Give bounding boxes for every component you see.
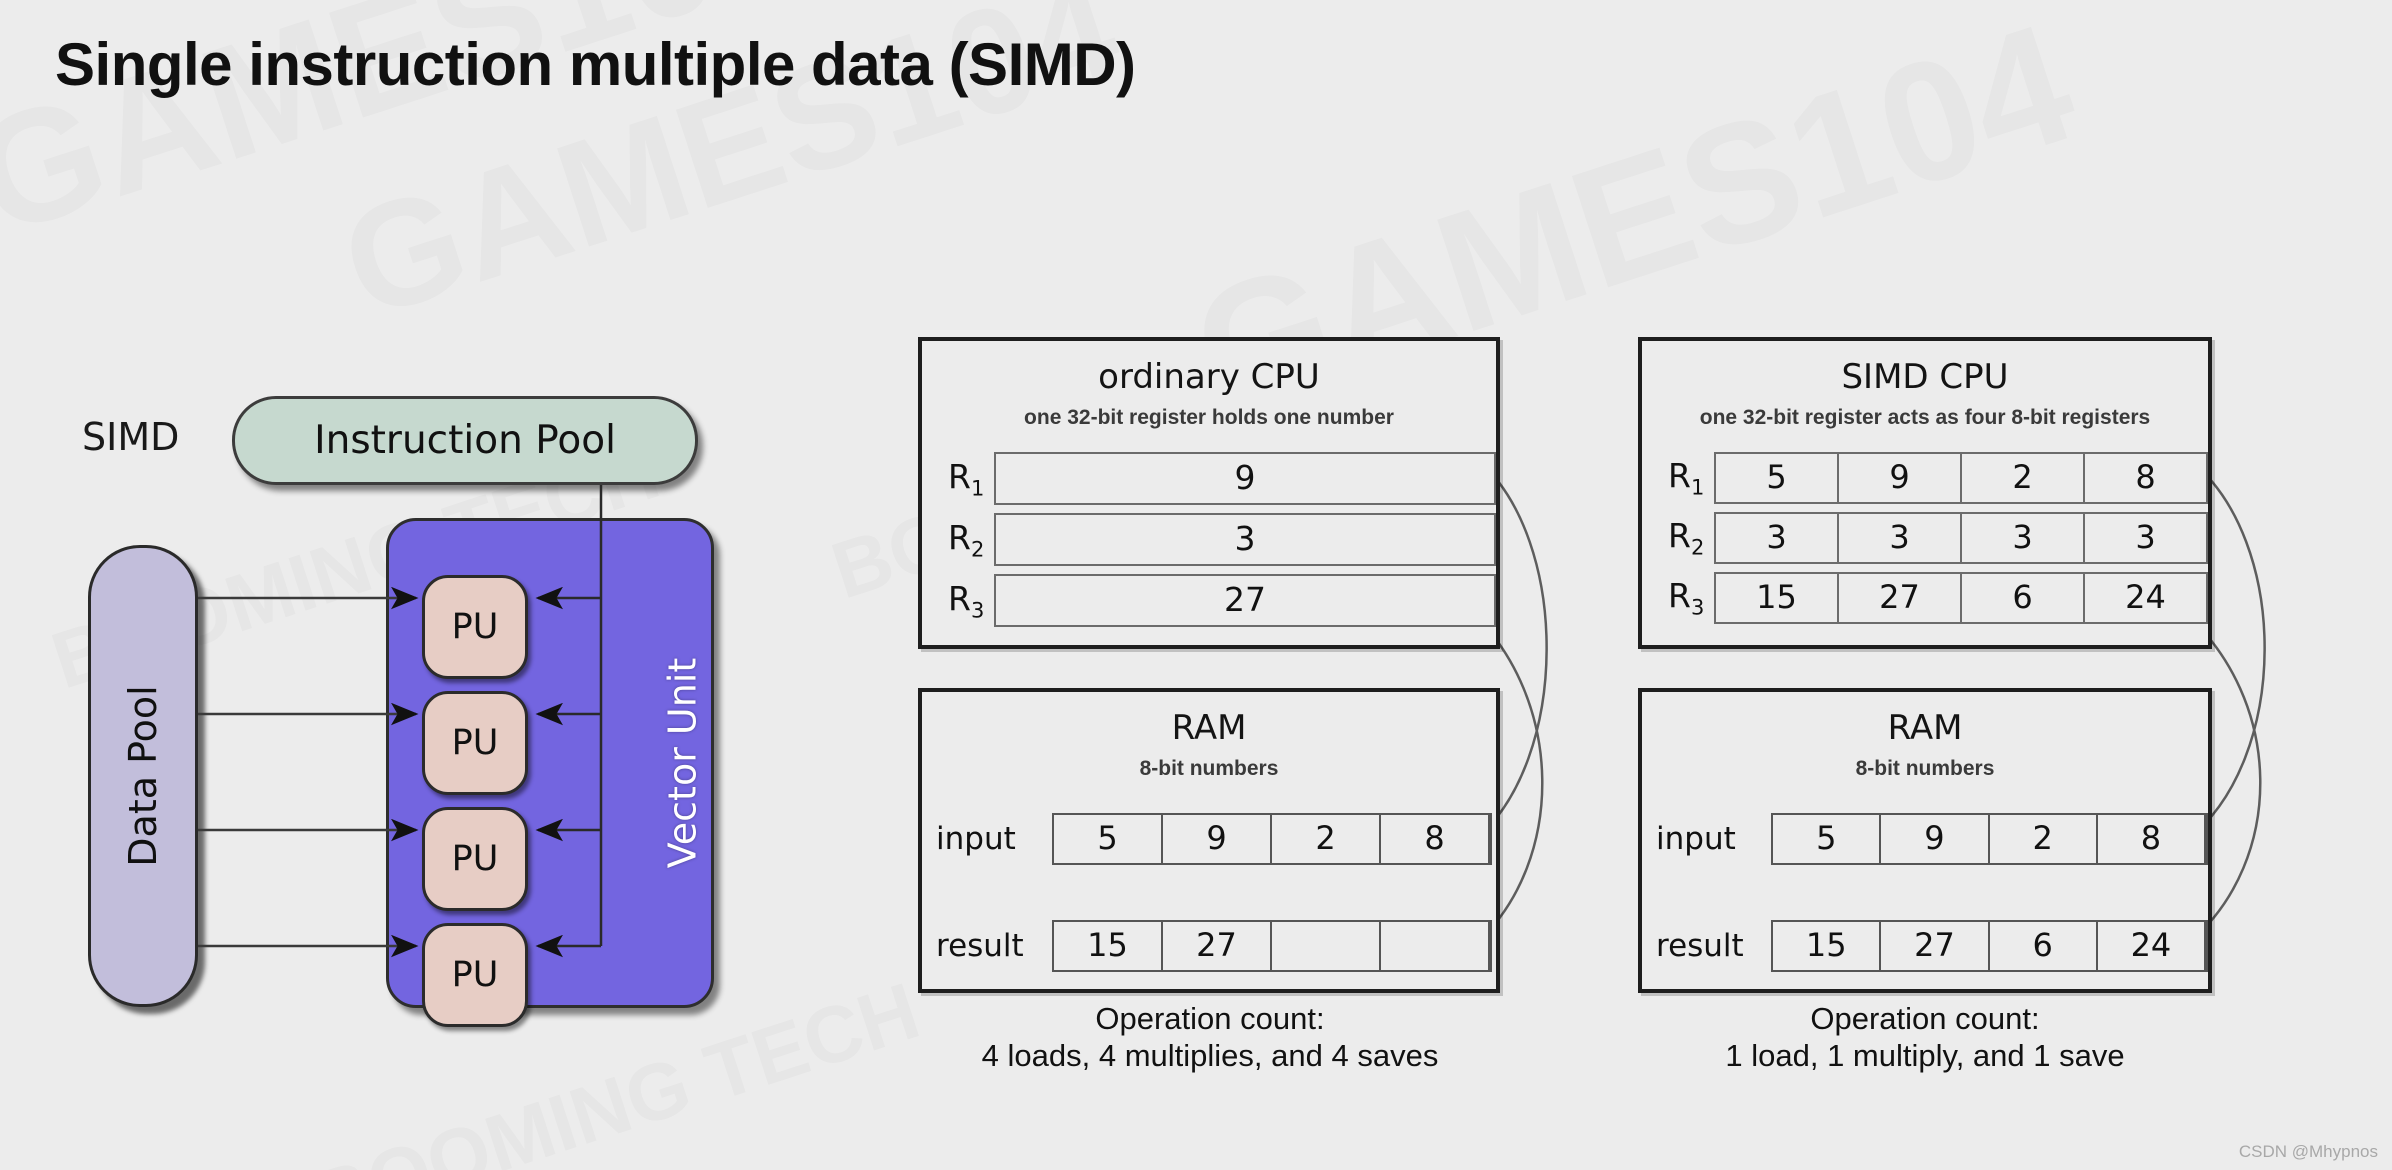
register-cell: 27 (1839, 574, 1963, 622)
ram-cell: 27 (1881, 922, 1990, 970)
register-name: R2 (1668, 516, 1705, 560)
ram-row-label: input (1656, 821, 1736, 857)
cpu-panel-ordinary: ordinary CPU one 32-bit register holds o… (918, 337, 1500, 649)
cpu-panel-simd: SIMD CPU one 32-bit register acts as fou… (1638, 337, 2212, 649)
register-cell: 3 (1716, 514, 1840, 562)
register-cell: 9 (1839, 454, 1963, 502)
register-name: R3 (1668, 576, 1705, 620)
register-cell: 8 (2135, 458, 2156, 496)
data-pool-box: Data Pool (88, 545, 198, 1007)
register-cells: 5 9 2 8 (1714, 452, 2208, 504)
ram-cell (1272, 922, 1381, 970)
processing-unit-label: PU (451, 839, 499, 879)
data-pool-label: Data Pool (121, 685, 165, 867)
ram-cell: 8 (2098, 815, 2207, 863)
ram-panel-ordinary: RAM 8-bit numbers input 5 9 2 8 result 1… (918, 688, 1500, 993)
register-row: R1 9 (948, 452, 1496, 505)
ram-cell: 2 (1990, 815, 2098, 863)
ram-panel-subtitle: 8-bit numbers (1139, 757, 1279, 780)
register-cell: 3 (1234, 519, 1256, 558)
register-row: R3 15 27 6 24 (1668, 572, 2208, 624)
ram-row-cells: 15 27 6 24 (1771, 920, 2208, 972)
processing-unit: PU (422, 691, 528, 795)
ram-row: input 5 9 2 8 (936, 813, 1496, 865)
register-cell: 3 (2135, 518, 2156, 556)
ram-panel-title: RAM (1171, 708, 1247, 748)
register-row: R1 5 9 2 8 (1668, 452, 2208, 504)
cpu-panel-title: ordinary CPU (1098, 357, 1320, 397)
ram-panel-title: RAM (1887, 708, 1963, 748)
instruction-pool-box: Instruction Pool (232, 396, 698, 485)
ram-cell (1381, 922, 1490, 970)
register-cells: 9 (994, 452, 1496, 505)
ram-cell: 5 (1773, 815, 1882, 863)
ram-cell: 5 (1054, 815, 1163, 863)
page-title: Single instruction multiple data (SIMD) (55, 31, 1136, 98)
ram-cell: 27 (1163, 922, 1272, 970)
ram-cell: 9 (1163, 815, 1272, 863)
processing-unit-label: PU (451, 955, 499, 995)
cpu-panel-subtitle: one 32-bit register holds one number (1024, 406, 1394, 429)
register-cell: 3 (1962, 514, 2086, 562)
ram-cell: 9 (1881, 815, 1990, 863)
register-cells: 15 27 6 24 (1714, 572, 2208, 624)
register-cell: 9 (1234, 458, 1256, 497)
processing-unit: PU (422, 807, 528, 911)
register-row: R2 3 3 3 3 (1668, 512, 2208, 564)
ram-panel-subtitle: 8-bit numbers (1855, 757, 1995, 780)
ram-row-cells: 5 9 2 8 (1771, 813, 2208, 865)
ram-cell: 15 (1773, 922, 1882, 970)
register-name: R2 (948, 517, 985, 562)
operation-count-detail: 4 loads, 4 multiplies, and 4 saves (981, 1038, 1439, 1074)
operation-count-heading: Operation count: (1810, 1001, 2040, 1036)
processing-unit-label: PU (451, 723, 499, 763)
simd-diagram-label: SIMD (82, 415, 180, 459)
register-cell: 5 (1716, 454, 1840, 502)
register-cell: 6 (1962, 574, 2086, 622)
ram-row: result 15 27 6 24 (1656, 920, 2208, 972)
instruction-pool-label: Instruction Pool (314, 418, 616, 463)
register-name: R1 (948, 456, 985, 501)
register-row: R3 27 (948, 574, 1496, 627)
register-cells: 3 3 3 3 (1714, 512, 2208, 564)
ram-row-label: input (936, 821, 1016, 857)
register-name: R3 (948, 578, 985, 623)
register-cell: 24 (2125, 578, 2166, 616)
watermark-credit: CSDN @Mhypnos (2238, 1142, 2378, 1161)
operation-count-ordinary: Operation count: 4 loads, 4 multiplies, … (910, 1000, 1510, 1074)
operation-count-simd: Operation count: 1 load, 1 multiply, and… (1625, 1000, 2225, 1074)
ram-cell: 2 (1272, 815, 1381, 863)
ram-cell: 8 (1381, 815, 1490, 863)
ram-row-label: result (936, 928, 1024, 964)
ram-row-label: result (1656, 928, 1744, 964)
vector-unit-label: Vector Unit (661, 657, 705, 869)
cpu-panel-subtitle: one 32-bit register acts as four 8-bit r… (1699, 406, 2151, 429)
ram-cell: 6 (1990, 922, 2098, 970)
cpu-panel-title: SIMD CPU (1841, 357, 2009, 397)
ram-row-cells: 5 9 2 8 (1052, 813, 1492, 865)
ram-cell: 24 (2098, 922, 2207, 970)
ram-cell: 15 (1054, 922, 1163, 970)
register-name: R1 (1668, 456, 1705, 500)
ram-row: input 5 9 2 8 (1656, 813, 2208, 865)
ram-row-cells: 15 27 (1052, 920, 1492, 972)
register-row: R2 3 (948, 513, 1496, 566)
processing-unit: PU (422, 575, 528, 679)
register-cell: 3 (1839, 514, 1963, 562)
register-cells: 27 (994, 574, 1496, 627)
register-cell: 2 (1962, 454, 2086, 502)
ram-panel-simd: RAM 8-bit numbers input 5 9 2 8 result 1… (1638, 688, 2212, 993)
register-cells: 3 (994, 513, 1496, 566)
register-cell: 15 (1716, 574, 1840, 622)
operation-count-heading: Operation count: (1095, 1001, 1325, 1036)
ram-row: result 15 27 (936, 920, 1496, 972)
slide-canvas: GAMES104 GAMES104 GAMES104 BOOMING TECH … (0, 0, 2392, 1170)
processing-unit: PU (422, 923, 528, 1027)
operation-count-detail: 1 load, 1 multiply, and 1 save (1725, 1038, 2125, 1074)
processing-unit-label: PU (451, 607, 499, 647)
register-cell: 27 (1224, 580, 1266, 619)
